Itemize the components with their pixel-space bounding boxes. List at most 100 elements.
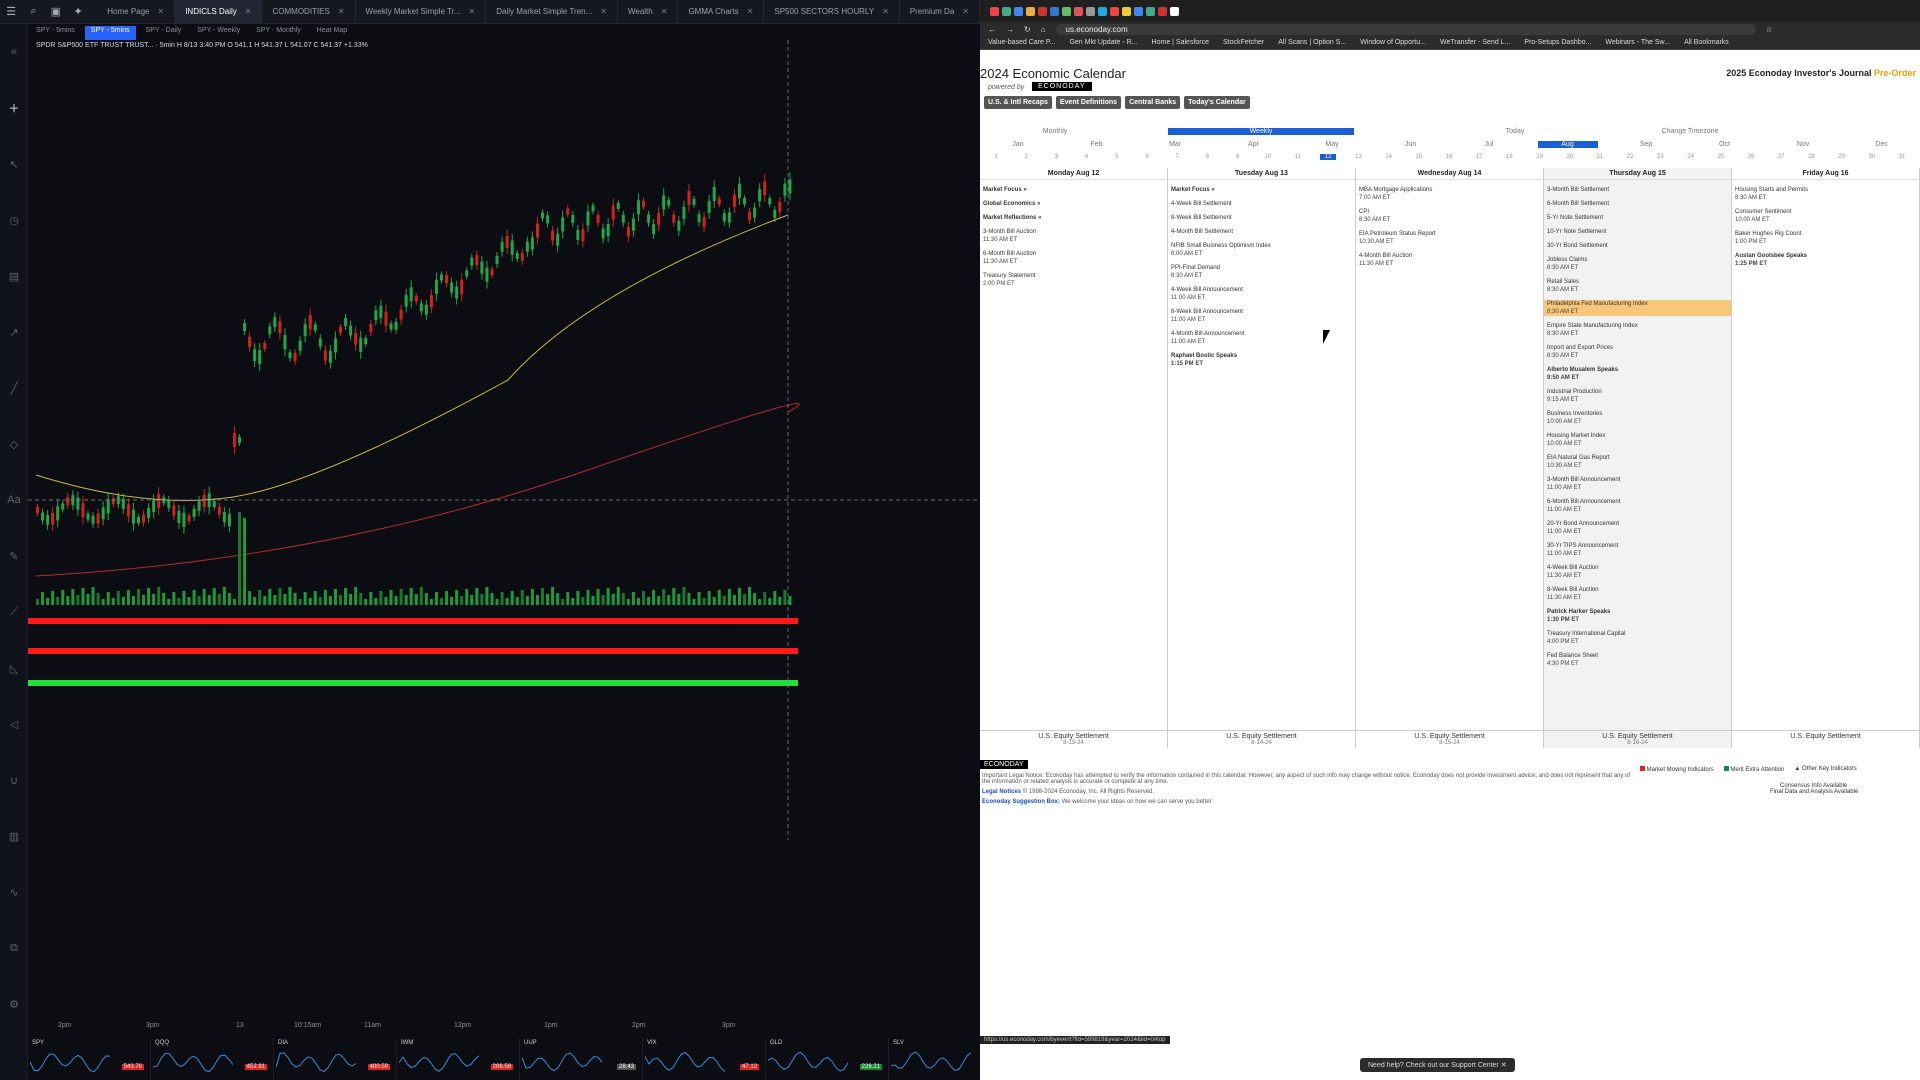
event-name[interactable]: 3-Month Bill Settlement (1547, 187, 1609, 193)
tab-favicon[interactable] (1062, 6, 1071, 16)
event-name[interactable]: 4-Month Bill Announcement (1171, 331, 1244, 337)
event-name[interactable]: 6-Month Bill Announcement (1547, 499, 1620, 505)
calendar-event[interactable]: 6-Month Bill Announcement 11:00 AM ET (1544, 498, 1731, 514)
day-option[interactable]: 14 (1381, 154, 1397, 160)
address-bar[interactable]: us.econoday.com (1055, 23, 1756, 35)
text-tool-icon[interactable]: Aa (0, 472, 28, 528)
chart-subtab[interactable]: SPY - 5mins (30, 26, 81, 40)
tab-favicon[interactable] (1146, 6, 1155, 16)
day-option[interactable]: 25 (1713, 154, 1729, 160)
calendar-event[interactable]: EIA Natural Gas Report 10:30 AM ET (1544, 454, 1731, 470)
day-option[interactable]: 28 (1803, 154, 1819, 160)
tab-favicon[interactable] (1002, 6, 1011, 16)
tab-favicon[interactable] (990, 6, 999, 16)
legal-notices-link[interactable]: Legal Notices (982, 789, 1021, 795)
calendar-event[interactable]: 8-Week Bill Announcement 11:00 AM ET (1168, 308, 1355, 324)
calendar-event[interactable]: 30-Yr Bond Settlement (1544, 242, 1731, 250)
day-option[interactable]: 17 (1471, 154, 1487, 160)
close-icon[interactable]: ✕ (245, 7, 252, 16)
ticker-card[interactable]: QQQ 452.81 (151, 1038, 274, 1080)
calendar-event[interactable]: 8-Week Bill Settlement (1168, 214, 1355, 222)
doc-tab-label[interactable]: Weekly Market Simple Tr... (366, 7, 461, 16)
event-name[interactable]: 10-Yr Note Settlement (1547, 229, 1606, 235)
month-option[interactable]: May (1302, 141, 1362, 148)
calendar-event[interactable]: 4-Month Bill Settlement (1168, 228, 1355, 236)
bookmark-item[interactable]: All Bookmarks (1684, 39, 1729, 46)
event-name[interactable]: CPI (1359, 209, 1369, 215)
view-option[interactable]: Today (1480, 128, 1550, 135)
add-icon[interactable]: ＋ (0, 80, 28, 136)
bookmark-item[interactable]: StockFetcher (1223, 39, 1264, 46)
calendar-event[interactable]: Global Economics » (980, 200, 1167, 208)
calendar-event[interactable]: 3-Month Bill Auction 11:30 AM ET (980, 228, 1167, 244)
calendar-event[interactable]: NFIB Small Business Optimism Index 6:00 A… (1168, 242, 1355, 258)
nav-button[interactable]: Today's Calendar (1184, 96, 1250, 109)
doc-tab[interactable]: SP500 SECTORS HOURLY ✕ (764, 0, 900, 24)
event-name[interactable]: EIA Petroleum Status Report (1359, 231, 1436, 237)
calendar-event[interactable]: Philadelphia Fed Manufacturing Index 8:30… (1544, 300, 1731, 316)
calendar-event[interactable]: 8-Week Bill Auction 11:30 AM ET (1544, 586, 1731, 602)
doc-tab[interactable]: Daily Market Simple Tren... ✕ (486, 0, 618, 24)
calendar-event[interactable]: 4-Month Bill Auction 11:30 AM ET (1356, 252, 1543, 268)
calendar-event[interactable]: 4-Week Bill Settlement (1168, 200, 1355, 208)
calendar-icon[interactable]: ▤ (0, 248, 28, 304)
tab-favicon[interactable] (1170, 6, 1179, 16)
event-name[interactable]: Alberto Musalem Speaks (1547, 367, 1618, 373)
calendar-event[interactable]: Market Reflections » (980, 214, 1167, 222)
tab-favicon[interactable] (1086, 6, 1095, 16)
journal-cta[interactable]: Pre-Order (1874, 68, 1916, 78)
close-icon[interactable]: ✕ (882, 7, 889, 16)
month-option[interactable]: Feb (1067, 141, 1127, 148)
layers-icon[interactable]: ⧉ (0, 920, 28, 976)
calendar-event[interactable]: Industrial Production 9:15 AM ET (1544, 388, 1731, 404)
day-option[interactable]: 31 (1894, 154, 1910, 160)
event-name[interactable]: 4-Week Bill Settlement (1171, 201, 1232, 207)
star-icon[interactable]: ☆ (1766, 25, 1773, 34)
chart-subtab[interactable]: SPY - Monthly (250, 26, 307, 40)
event-name[interactable]: 8-Week Bill Auction (1547, 587, 1599, 593)
calendar-event[interactable]: Raphael Bostic Speaks 1:15 PM ET (1168, 352, 1355, 368)
month-option[interactable]: Sep (1616, 141, 1676, 148)
ticker-card[interactable]: DIA 400.59 (274, 1038, 397, 1080)
event-name[interactable]: 8-Week Bill Settlement (1171, 215, 1232, 221)
tab-favicon[interactable] (1026, 6, 1035, 16)
event-name[interactable]: Market Focus » (983, 187, 1027, 193)
event-name[interactable]: Market Reflections » (983, 215, 1041, 221)
day-option[interactable]: 1 (988, 154, 1004, 160)
nav-button[interactable]: Event Definitions (1055, 96, 1122, 109)
collapse-icon[interactable]: « (0, 24, 28, 80)
support-text[interactable]: Need help? Check out our Support Center (1368, 1062, 1499, 1069)
chart-subtab[interactable]: SPY - 5mins (84, 26, 136, 40)
calendar-event[interactable]: Housing Starts and Permits 8:30 AM ET (1732, 186, 1919, 202)
month-option[interactable]: Mar (1145, 141, 1205, 148)
calendar-event[interactable]: Patrick Harker Speaks 1:30 PM ET (1544, 608, 1731, 624)
hide-icon[interactable]: ◁ (0, 696, 28, 752)
event-name[interactable]: 5-Yr Note Settlement (1547, 215, 1603, 221)
econoday-logo[interactable]: ECONODAY (1032, 82, 1092, 91)
event-name[interactable]: PPI-Final Demand (1171, 265, 1220, 271)
month-option[interactable]: Jan (988, 141, 1048, 148)
event-name[interactable]: Treasury Statement (983, 273, 1035, 279)
close-icon[interactable]: ✕ (338, 7, 345, 16)
ticker-card[interactable]: VIX 47.12 (643, 1038, 766, 1080)
close-icon[interactable]: ✕ (1501, 1062, 1507, 1069)
calendar-event[interactable]: PPI-Final Demand 8:30 AM ET (1168, 264, 1355, 280)
doc-tab-label[interactable]: Daily Market Simple Tren... (496, 7, 592, 16)
event-name[interactable]: Market Focus » (1171, 187, 1215, 193)
view-option[interactable]: Change Timezone (1630, 128, 1750, 135)
event-name[interactable]: Housing Starts and Permits (1735, 187, 1808, 193)
calendar-event[interactable]: Import and Export Prices 8:30 AM ET (1544, 344, 1731, 360)
bookmark-item[interactable]: Window of Opportu... (1360, 39, 1426, 46)
calendar-event[interactable]: Housing Market Index 10:00 AM ET (1544, 432, 1731, 448)
event-name[interactable]: Jobless Claims (1547, 257, 1587, 263)
event-name[interactable]: 6-Month Bill Settlement (1547, 201, 1609, 207)
cursor-tool-icon[interactable]: ↖ (0, 136, 28, 192)
event-name[interactable]: 30-Yr Bond Settlement (1547, 243, 1608, 249)
month-option[interactable]: Oct (1695, 141, 1755, 148)
day-option[interactable]: 20 (1562, 154, 1578, 160)
view-option[interactable]: Weekly (1168, 128, 1354, 135)
event-name[interactable]: 4-Week Bill Auction (1547, 565, 1599, 571)
day-option[interactable]: 23 (1652, 154, 1668, 160)
month-option[interactable]: Dec (1852, 141, 1912, 148)
event-name[interactable]: Global Economics » (983, 201, 1040, 207)
